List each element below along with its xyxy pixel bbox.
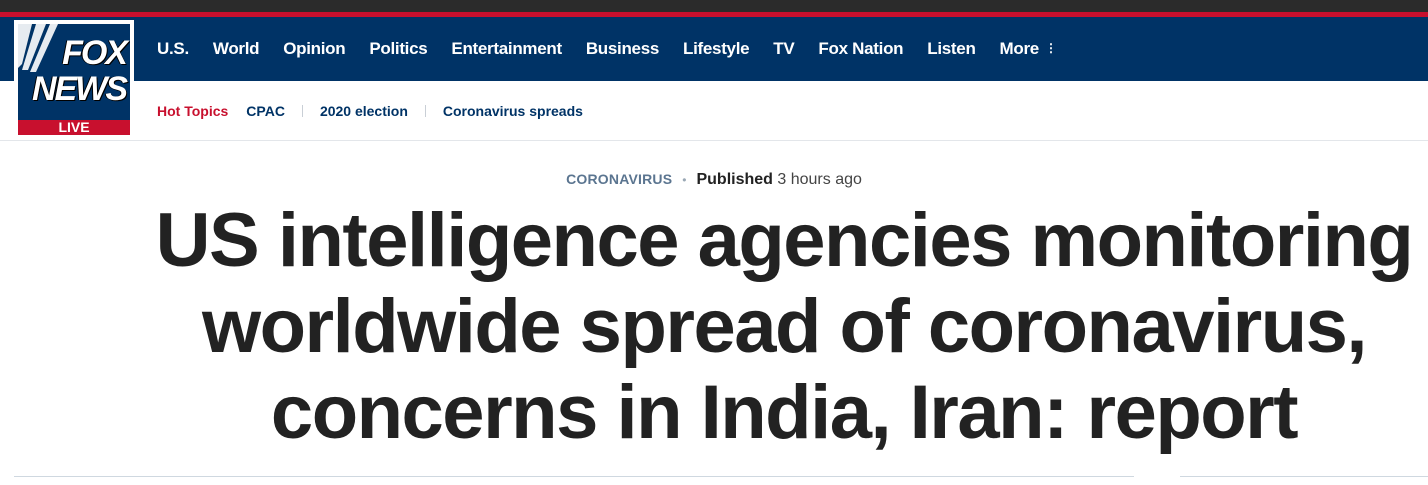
published-time: 3 hours ago	[777, 171, 862, 188]
article-meta: CORONAVIRUS • Published 3 hours ago	[0, 171, 1428, 189]
fox-news-logo[interactable]: FOX NEWS LIVE	[14, 20, 134, 137]
top-strip	[0, 0, 1428, 12]
nav-us[interactable]: U.S.	[157, 39, 189, 59]
hot-topic-cpac[interactable]: CPAC	[246, 103, 285, 119]
hot-topic-2020-election[interactable]: 2020 election	[320, 103, 408, 119]
nav-more-label: More	[999, 39, 1040, 58]
hot-topics-label: Hot Topics	[157, 103, 229, 119]
divider	[301, 105, 303, 117]
logo-fox-text: FOX	[62, 34, 128, 72]
vertical-dots-icon: ⋮	[1044, 41, 1057, 55]
article-headline: US intelligence agencies monitoring worl…	[150, 198, 1418, 456]
nav-entertainment[interactable]: Entertainment	[451, 39, 562, 59]
nav-lifestyle[interactable]: Lifestyle	[683, 39, 750, 59]
hot-topic-coronavirus-spreads[interactable]: Coronavirus spreads	[443, 103, 583, 119]
headline-line: concerns in India, Iran: report	[270, 370, 1299, 455]
hot-topics: Hot Topics CPAC 2020 election Coronaviru…	[157, 81, 583, 141]
nav-more-button[interactable]: More ⋮	[1000, 39, 1057, 59]
content-divider	[14, 476, 1134, 477]
nav-opinion[interactable]: Opinion	[283, 39, 345, 59]
logo-live-badge: LIVE	[18, 120, 130, 135]
nav-politics[interactable]: Politics	[369, 39, 427, 59]
published-label: Published	[696, 171, 773, 188]
headline-line: worldwide spread of coronavirus,	[201, 284, 1368, 369]
nav-tv[interactable]: TV	[773, 39, 794, 59]
sidebar-divider	[1180, 476, 1428, 477]
nav-world[interactable]: World	[213, 39, 260, 59]
headline-line: US intelligence agencies monitoring	[155, 198, 1414, 283]
article-category-link[interactable]: CORONAVIRUS	[566, 171, 672, 187]
divider	[424, 105, 426, 117]
primary-navigation: U.S. World Opinion Politics Entertainmen…	[145, 17, 1069, 81]
nav-listen[interactable]: Listen	[927, 39, 976, 59]
nav-fox-nation[interactable]: Fox Nation	[818, 39, 903, 59]
logo-field: FOX NEWS	[18, 24, 130, 120]
logo-news-text: NEWS	[32, 70, 128, 108]
nav-business[interactable]: Business	[586, 39, 659, 59]
meta-separator-dot: •	[682, 173, 687, 187]
